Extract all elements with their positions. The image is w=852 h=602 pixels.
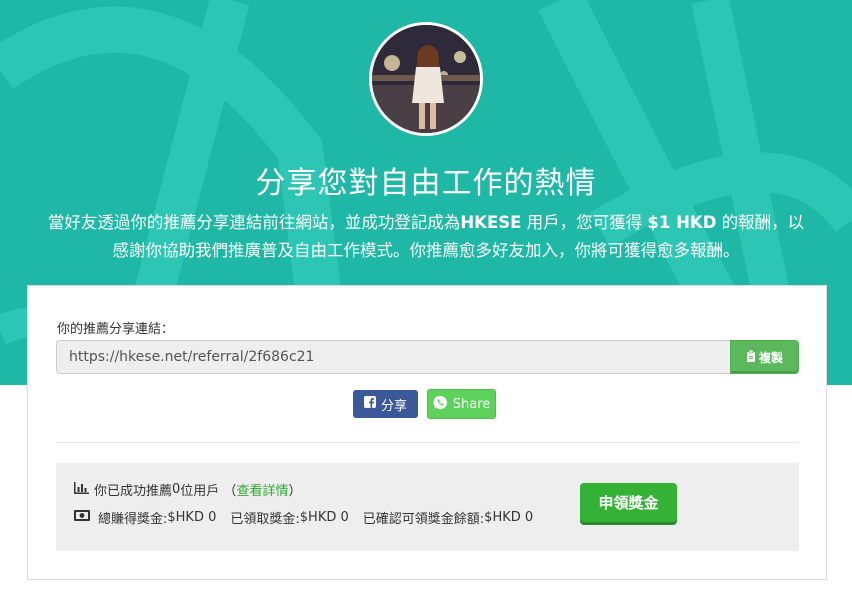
- received-value: $HKD 0: [299, 510, 349, 525]
- referral-card: 你的推薦分享連結： 複製 分享 Share: [27, 285, 827, 580]
- referred-prefix: 你已成功推薦: [94, 484, 173, 499]
- balance-value: $HKD 0: [484, 510, 534, 525]
- referral-stats-panel: 你已成功推薦 0 位用戶 （查看詳情） 總賺得獎金: $HKD 0 已領取獎金: $…: [56, 463, 799, 551]
- referral-link-group: 複製: [56, 340, 799, 374]
- facebook-share-label: 分享: [380, 398, 407, 414]
- referred-users-line: 你已成功推薦 0 位用戶 （查看詳情）: [74, 480, 301, 499]
- hero-title: 分享您對自由工作的熱情: [255, 166, 597, 201]
- referred-suffix: 位用戶 （: [180, 484, 237, 499]
- facebook-icon: [363, 396, 376, 412]
- hero-desc-text-1: 當好友透過你的推薦分享連結前往網站，並成功登記成為: [47, 213, 461, 232]
- whatsapp-icon: [433, 395, 448, 414]
- received-label: 已領取獎金:: [230, 512, 300, 527]
- referral-link-input[interactable]: [56, 340, 731, 374]
- claim-reward-button[interactable]: 申領獎金: [580, 483, 677, 522]
- whatsapp-share-button[interactable]: Share: [427, 389, 496, 419]
- clipboard-icon: [746, 349, 756, 365]
- hero-desc-reward: $1 HKD: [647, 213, 717, 232]
- facebook-share-button[interactable]: 分享: [353, 390, 418, 418]
- balance-label: 已確認可領獎金餘額:: [362, 512, 485, 527]
- total-earned-label: 總賺得獎金:: [98, 512, 168, 527]
- user-avatar: [369, 22, 483, 136]
- hero-desc-line-2: 感謝你協助我們推廣普及自由工作模式。你推薦愈多好友加入，你將可獲得愈多報酬。: [112, 241, 740, 260]
- referred-count: 0: [172, 482, 181, 497]
- total-earned-value: $HKD 0: [167, 510, 217, 525]
- section-divider: [56, 442, 799, 443]
- whatsapp-share-label: Share: [452, 396, 491, 412]
- referral-link-label: 你的推薦分享連結：: [57, 322, 175, 337]
- money-icon: [74, 510, 90, 525]
- hero-desc-text-3: 的報酬，以: [716, 213, 805, 232]
- hero-description: 當好友透過你的推薦分享連結前往網站，並成功登記成為HKESE 用戶，您可獲得 $…: [20, 209, 832, 265]
- earnings-line: 總賺得獎金: $HKD 0 已領取獎金: $HKD 0 已確認可領獎金餘額: $HK…: [74, 508, 533, 527]
- copy-button-label: 複製: [758, 350, 783, 365]
- bar-chart-icon: [74, 481, 89, 498]
- copy-button[interactable]: 複製: [730, 340, 799, 374]
- view-details-link[interactable]: 查看詳情: [236, 480, 288, 499]
- hero-desc-brand: HKESE: [460, 213, 522, 232]
- hero-desc-text-2: 用戶，您可獲得: [521, 213, 648, 232]
- details-close: ）: [288, 484, 302, 499]
